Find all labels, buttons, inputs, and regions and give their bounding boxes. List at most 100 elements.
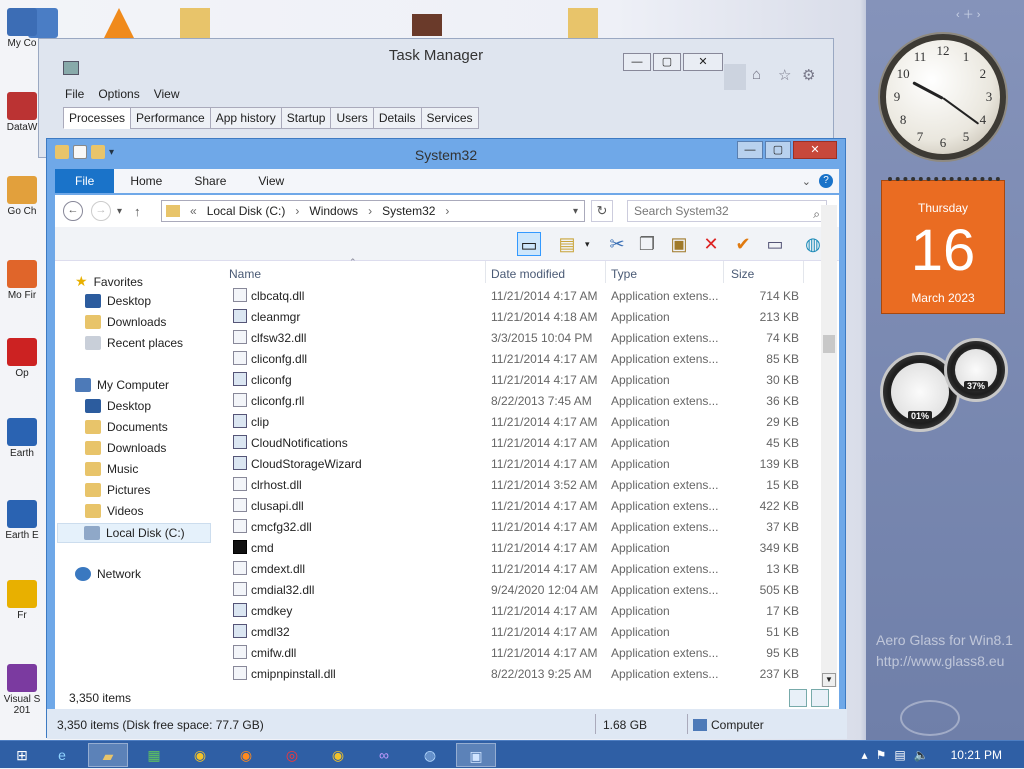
nav-network[interactable]: Network: [75, 567, 141, 581]
column-date-modified[interactable]: Date modified: [491, 267, 565, 281]
memory-meter-gadget[interactable]: 37%: [944, 338, 1008, 402]
nav-pc-local-disk[interactable]: Local Disk (C:): [57, 523, 211, 543]
nav-my-computer[interactable]: My Computer: [75, 378, 169, 392]
maximize-button[interactable]: ▢: [765, 141, 791, 159]
explorer-window[interactable]: ▾ System32 — ▢ ✕ File Home Share View ⌄ …: [46, 138, 847, 739]
tab-share[interactable]: Share: [178, 169, 242, 193]
volume-icon[interactable]: 🔈: [914, 748, 929, 762]
file-row[interactable]: cmdkey 11/21/2014 4:17 AM Application 17 KB: [227, 600, 827, 621]
tab-processes[interactable]: Processes: [63, 107, 132, 129]
desktop-shortcut[interactable]: Fr: [2, 580, 42, 621]
vertical-scrollbar[interactable]: ▼: [821, 205, 837, 687]
back-button[interactable]: ←: [63, 201, 83, 221]
desktop-shortcut[interactable]: DataW: [2, 92, 42, 133]
star-icon[interactable]: ☆: [778, 66, 791, 84]
file-row[interactable]: clbcatq.dll 11/21/2014 4:17 AM Application…: [227, 285, 827, 306]
folder-icon[interactable]: [568, 8, 598, 38]
calendar-gadget[interactable]: Thursday 16 March 2023: [881, 177, 1005, 314]
action-center-icon[interactable]: ⚑: [876, 748, 887, 762]
file-row[interactable]: clfsw32.dll 3/3/2015 10:04 PM Application …: [227, 327, 827, 348]
properties-icon[interactable]: ▭: [763, 232, 787, 256]
file-row[interactable]: clip 11/21/2014 4:17 AM Application 29 KB: [227, 411, 827, 432]
scroll-thumb[interactable]: [823, 335, 835, 353]
help-icon[interactable]: ?: [819, 174, 833, 188]
menu-view[interactable]: View: [154, 87, 180, 101]
forward-button[interactable]: →: [91, 201, 111, 221]
tab-details[interactable]: Details: [372, 107, 422, 129]
nav-fav-desktop[interactable]: Desktop: [85, 294, 151, 308]
clock-time[interactable]: 10:21 PM: [951, 748, 1002, 762]
tab-view[interactable]: View: [242, 169, 300, 193]
expand-ribbon-icon[interactable]: ⌄: [802, 175, 811, 188]
globe-icon[interactable]: ◍: [410, 743, 450, 767]
search-input[interactable]: Search System32 ⌕: [627, 200, 827, 222]
tab-services[interactable]: Services: [420, 107, 479, 129]
file-explorer-icon[interactable]: ▰: [88, 743, 128, 767]
breadcrumb-local-disk[interactable]: Local Disk (C:): [207, 204, 286, 218]
file-row[interactable]: cmdext.dll 11/21/2014 4:17 AM Application …: [227, 558, 827, 579]
show-hidden-icons[interactable]: ▴: [862, 748, 868, 762]
file-row[interactable]: CloudNotifications 11/21/2014 4:17 AM Appl…: [227, 432, 827, 453]
folder-options-dropdown-icon[interactable]: ▾: [585, 239, 590, 250]
rename-icon[interactable]: ✔: [731, 232, 755, 256]
home-icon[interactable]: ⌂: [752, 66, 761, 83]
file-row[interactable]: cmcfg32.dll 11/21/2014 4:17 AM Application…: [227, 516, 827, 537]
file-row[interactable]: cmd 11/21/2014 4:17 AM Application 349 KB: [227, 537, 827, 558]
file-row[interactable]: clrhost.dll 11/21/2014 3:52 AM Application…: [227, 474, 827, 495]
desktop-shortcut[interactable]: Go Ch: [2, 176, 42, 217]
nav-fav-downloads[interactable]: Downloads: [85, 315, 166, 329]
file-row[interactable]: cmipnpinstall.dll 8/22/2013 9:25 AM Applic…: [227, 663, 827, 684]
tab-users[interactable]: Users: [330, 107, 374, 129]
file-row[interactable]: clusapi.dll 11/21/2014 4:17 AM Application…: [227, 495, 827, 516]
copy-icon[interactable]: ❐: [635, 232, 659, 256]
network-icon[interactable]: ▤: [894, 748, 905, 762]
chrome-icon[interactable]: ◉: [180, 743, 220, 767]
tab-app-history[interactable]: App history: [209, 107, 282, 129]
desktop-shortcut[interactable]: Op: [2, 338, 42, 379]
file-row[interactable]: cmdial32.dll 9/24/2020 12:04 AM Applicatio…: [227, 579, 827, 600]
scroll-down-icon[interactable]: ▼: [822, 673, 836, 687]
nav-pc-documents[interactable]: Documents: [85, 420, 168, 434]
cut-icon[interactable]: ✂: [605, 232, 629, 256]
menu-file[interactable]: File: [65, 87, 84, 101]
minimize-button[interactable]: —: [623, 53, 651, 71]
desktop-shortcut[interactable]: Earth: [2, 418, 42, 459]
minimize-button[interactable]: —: [737, 141, 763, 159]
refresh-button[interactable]: ↻: [591, 200, 613, 222]
file-row[interactable]: cleanmgr 11/21/2014 4:18 AM Application 213…: [227, 306, 827, 327]
nav-pc-downloads[interactable]: Downloads: [85, 441, 166, 455]
tab-startup[interactable]: Startup: [280, 107, 332, 129]
file-row[interactable]: cliconfg.dll 11/21/2014 4:17 AM Applicatio…: [227, 348, 827, 369]
tab-performance[interactable]: Performance: [130, 107, 211, 129]
close-button[interactable]: ✕: [793, 141, 837, 159]
opera-icon[interactable]: ◎: [272, 743, 312, 767]
preview-pane-icon[interactable]: ▭: [517, 232, 541, 256]
task-manager-taskbar-icon[interactable]: ▣: [456, 743, 496, 767]
firefox-icon[interactable]: ◉: [226, 743, 266, 767]
folder-options-icon[interactable]: ▤: [555, 232, 579, 256]
file-row[interactable]: cliconfg.rll 8/22/2013 7:45 AM Application…: [227, 390, 827, 411]
desktop-shortcut[interactable]: Earth E: [2, 500, 42, 541]
nav-pc-videos[interactable]: Videos: [85, 504, 143, 518]
tab-file[interactable]: File: [55, 169, 115, 193]
maximize-button[interactable]: ▢: [653, 53, 681, 71]
file-row[interactable]: cmdl32 11/21/2014 4:17 AM Application 51 KB: [227, 621, 827, 642]
large-icons-view-icon[interactable]: [811, 689, 829, 707]
sidebar-controls[interactable]: ‹ ＋ ›: [956, 6, 980, 22]
details-view-icon[interactable]: [789, 689, 807, 707]
nav-fav-recent-places[interactable]: Recent places: [85, 336, 183, 350]
file-row[interactable]: cmifw.dll 11/21/2014 4:17 AM Application e…: [227, 642, 827, 663]
desktop-shortcut[interactable]: Mo Fir: [2, 260, 42, 301]
clock-gadget[interactable]: 12 1 2 3 4 5 6 7 8 9 10 11: [880, 34, 1006, 160]
file-row[interactable]: cliconfg 11/21/2014 4:17 AM Application 30 …: [227, 369, 827, 390]
recent-locations-icon[interactable]: ▾: [117, 206, 122, 217]
nav-favorites[interactable]: ★ Favorites: [75, 273, 143, 290]
menu-options[interactable]: Options: [98, 87, 139, 101]
folder-icon[interactable]: [180, 8, 210, 38]
delete-icon[interactable]: ✕: [699, 232, 723, 256]
visual-studio-icon[interactable]: ∞: [364, 743, 404, 767]
breadcrumb-system32[interactable]: System32: [382, 204, 435, 218]
breadcrumb-windows[interactable]: Windows: [309, 204, 358, 218]
column-name[interactable]: Name: [229, 267, 261, 281]
gear-icon[interactable]: ⚙: [802, 66, 815, 84]
